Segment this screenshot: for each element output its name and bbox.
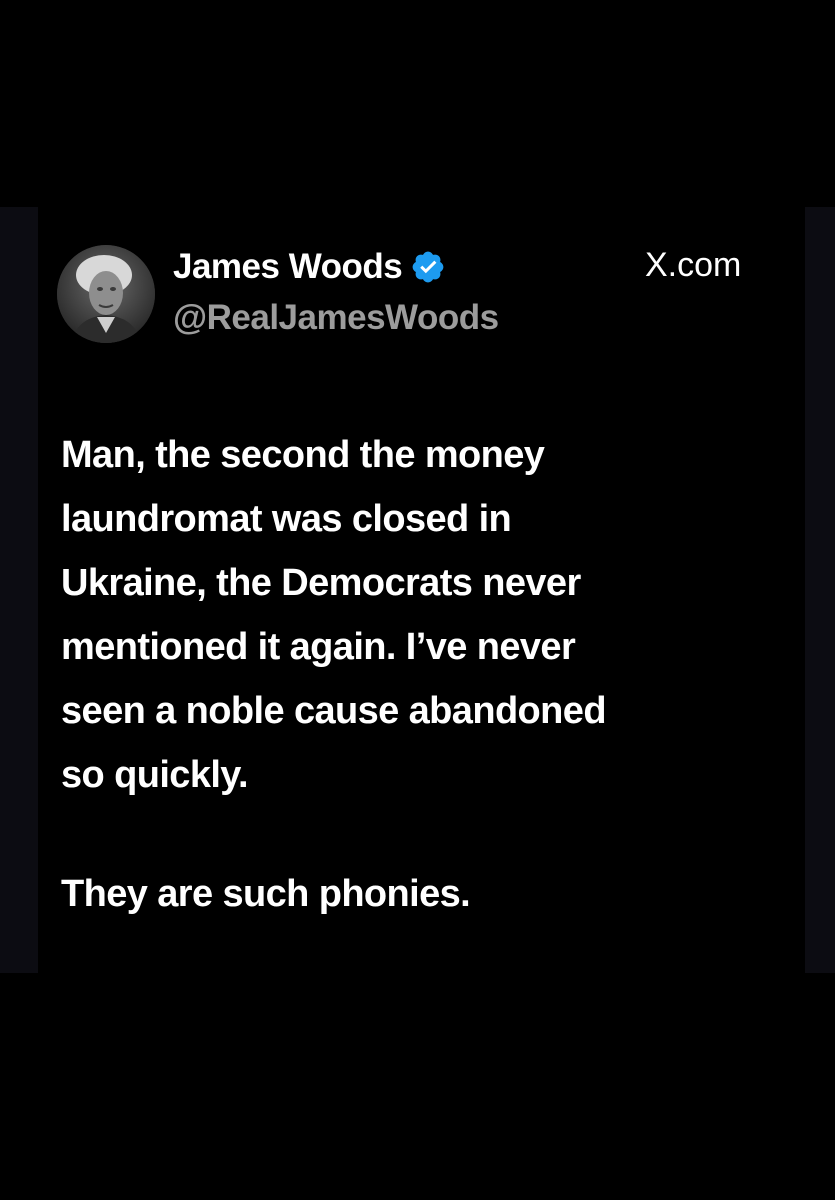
source-site-label: X.com [645, 246, 742, 284]
right-frame-band [805, 207, 835, 973]
author-handle[interactable]: @RealJamesWoods [173, 298, 499, 338]
post-body-line: Ukraine, the Democrats never [61, 562, 581, 604]
post-body-line: mentioned it again. I’ve never [61, 626, 576, 668]
post-body-line: Man, the second the money [61, 434, 545, 476]
author-name[interactable]: James Woods [173, 247, 403, 287]
avatar[interactable] [57, 245, 155, 343]
post-body-line: seen a noble cause abandoned [61, 690, 607, 732]
post-body-line: laundromat was closed in [61, 498, 512, 540]
post-body: Man, the second the money laundromat was… [61, 423, 781, 807]
post-closing-line: They are such phonies. [61, 873, 471, 915]
profile-photo [57, 245, 155, 343]
verified-badge-icon [410, 249, 446, 285]
left-frame-band [0, 207, 38, 973]
author-name-row: James Woods [173, 244, 446, 290]
post-body-line: so quickly. [61, 754, 249, 796]
